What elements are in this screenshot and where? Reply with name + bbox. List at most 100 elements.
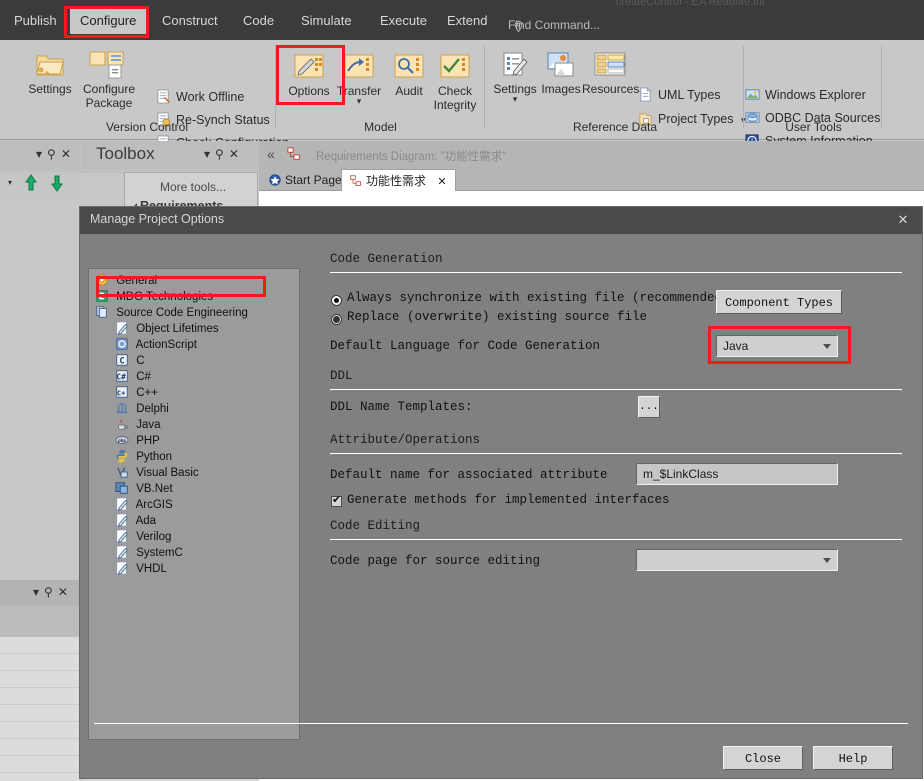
ribbon-group-user-tools: Windows Explorer ODBC Data Sources Syste… — [745, 40, 882, 140]
close-icon[interactable]: ✕ — [892, 211, 914, 229]
help-button[interactable]: Help — [813, 746, 893, 770]
ribbon-tab-execute[interactable]: Execute — [370, 8, 437, 34]
tree-item-actionscript[interactable]: ActionScript — [89, 337, 299, 353]
list-item[interactable] — [0, 671, 80, 688]
model-options-button[interactable]: Options — [282, 50, 336, 98]
vc-settings-button[interactable]: Settings — [23, 48, 77, 96]
ribbon-group-reference-data-label: Reference Data — [486, 120, 744, 134]
refdata-images-button[interactable]: Images — [534, 48, 588, 96]
chevron-down-icon[interactable]: ▾ — [8, 178, 12, 187]
tree-item-object-lifetimes[interactable]: Object Lifetimes — [89, 321, 299, 337]
tree-item-python[interactable]: Python — [89, 449, 299, 465]
ribbon-tab-construct[interactable]: Construct — [152, 8, 228, 34]
tree-item-vbnet[interactable]: VB.Net — [89, 481, 299, 497]
radio-replace-overwrite[interactable] — [331, 314, 342, 325]
tree-item-php[interactable]: php PHP — [89, 433, 299, 449]
generate-methods-checkbox[interactable] — [331, 496, 342, 507]
move-down-icon[interactable] — [48, 173, 66, 198]
tree-item-verilog[interactable]: Verilog — [89, 529, 299, 545]
list-item[interactable] — [0, 756, 80, 773]
document-tab-strip: Start Page 功能性需求 ✕ — [259, 169, 924, 191]
ribbon-tab-configure[interactable]: Configure — [70, 8, 146, 34]
tab-start-page-label: Start Page — [285, 173, 342, 187]
section-heading-code-generation: Code Generation — [330, 252, 443, 266]
model-transfer-button[interactable]: Transfer ▾ — [332, 50, 386, 107]
cplusplus-icon: C+ — [115, 385, 129, 399]
vc-configure-package-button[interactable]: Configure Package — [78, 48, 140, 110]
tree-item-label: Object Lifetimes — [136, 323, 218, 335]
options-tree[interactable]: General MDG Technologies Source Code Eng… — [88, 268, 300, 740]
tree-item-source-code-engineering[interactable]: Source Code Engineering — [89, 305, 299, 321]
close-icon[interactable]: ✕ — [437, 176, 446, 188]
more-tools-link[interactable]: More tools... — [160, 180, 226, 194]
ribbon-tab-code[interactable]: Code — [233, 8, 284, 34]
window-title-ghost: createControl - EA ReadMe.ini — [560, 0, 820, 8]
visual-basic-icon — [115, 465, 129, 479]
tree-item-label: Java — [136, 419, 160, 431]
list-item[interactable] — [0, 705, 80, 722]
divider — [330, 539, 902, 540]
radio-always-synchronize[interactable] — [331, 295, 342, 306]
ddl-browse-button[interactable]: ... — [638, 396, 660, 418]
ribbon-tab-simulate[interactable]: Simulate — [291, 8, 362, 34]
left-pane-header-icons[interactable]: ▾⚲✕ — [36, 147, 76, 161]
list-item[interactable] — [0, 654, 80, 671]
refdata-resources-label: Resources — [582, 82, 638, 96]
default-language-combo[interactable]: Java — [716, 335, 838, 357]
bottom-left-panel-header-icons[interactable]: ▾⚲✕ — [33, 585, 73, 599]
breadcrumb: Requirements Diagram: "功能性需求" — [316, 148, 506, 164]
ribbon-group-reference-data: Settings ▾ Images — [486, 40, 744, 140]
chevron-down-icon[interactable] — [823, 344, 831, 349]
tree-item-cplusplus[interactable]: C+ C++ — [89, 385, 299, 401]
move-up-icon[interactable] — [22, 173, 40, 198]
vc-work-offline-label: Work Offline — [176, 90, 244, 104]
toolbox-header-icons[interactable]: ▾⚲✕ — [204, 147, 244, 161]
code-page-combo[interactable] — [636, 549, 838, 571]
list-item[interactable] — [0, 722, 80, 739]
tree-item-general[interactable]: General — [89, 273, 299, 289]
user-tools-windows-explorer-item[interactable]: Windows Explorer — [745, 84, 866, 106]
dialog-title-bar[interactable]: Manage Project Options ✕ — [80, 207, 922, 234]
ribbon-tab-publish[interactable]: Publish — [4, 8, 67, 34]
work-offline-icon — [156, 89, 171, 104]
ada-icon — [115, 513, 129, 527]
tree-item-arcgis[interactable]: ArcGIS — [89, 497, 299, 513]
default-associated-attribute-value: m_$LinkClass — [643, 467, 718, 481]
general-icon — [95, 273, 109, 287]
default-associated-attribute-input[interactable]: m_$LinkClass — [636, 463, 838, 485]
component-types-button[interactable]: Component Types — [716, 290, 842, 314]
tree-item-vhdl[interactable]: VHDL — [89, 561, 299, 577]
tree-item-systemc[interactable]: SystemC — [89, 545, 299, 561]
list-item[interactable] — [0, 739, 80, 756]
tree-item-c[interactable]: C C — [89, 353, 299, 369]
list-item[interactable] — [0, 688, 80, 705]
default-associated-attribute-label: Default name for associated attribute — [330, 468, 608, 482]
bottom-left-panel-rows[interactable] — [0, 637, 80, 781]
svg-text:C#: C# — [116, 373, 126, 382]
refdata-uml-types-item[interactable]: UML Types — [638, 84, 721, 106]
vc-work-offline-item[interactable]: Work Offline — [156, 86, 244, 108]
find-command-input[interactable]: Find Command... — [508, 18, 600, 38]
tree-item-java[interactable]: Java — [89, 417, 299, 433]
tree-item-visual-basic[interactable]: Visual Basic — [89, 465, 299, 481]
tree-item-ada[interactable]: Ada — [89, 513, 299, 529]
list-item[interactable] — [0, 637, 80, 654]
ribbon-tab-extend[interactable]: Extend — [437, 8, 497, 34]
chevron-down-icon[interactable] — [823, 558, 831, 563]
model-check-integrity-button[interactable]: Check Integrity — [428, 50, 482, 112]
tree-item-csharp[interactable]: C# C# — [89, 369, 299, 385]
tree-item-label: Python — [136, 451, 172, 463]
ribbon-group-version-control: Settings Configure Package Work Offline — [18, 40, 276, 140]
images-icon — [534, 48, 588, 82]
tab-requirements-diagram[interactable]: 功能性需求 ✕ — [341, 169, 456, 191]
vc-configure-package-label: Configure Package — [78, 82, 140, 110]
collapse-icon[interactable]: « — [267, 146, 275, 162]
vhdl-icon — [115, 561, 129, 575]
tree-item-mdg-technologies[interactable]: MDG Technologies — [89, 289, 299, 305]
refdata-resources-button[interactable]: Resources — [582, 48, 638, 96]
python-icon — [115, 449, 129, 463]
tree-item-delphi[interactable]: Delphi — [89, 401, 299, 417]
close-button[interactable]: Close — [723, 746, 803, 770]
tab-start-page[interactable]: Start Page — [261, 169, 350, 191]
section-heading-ddl: DDL — [330, 369, 353, 383]
